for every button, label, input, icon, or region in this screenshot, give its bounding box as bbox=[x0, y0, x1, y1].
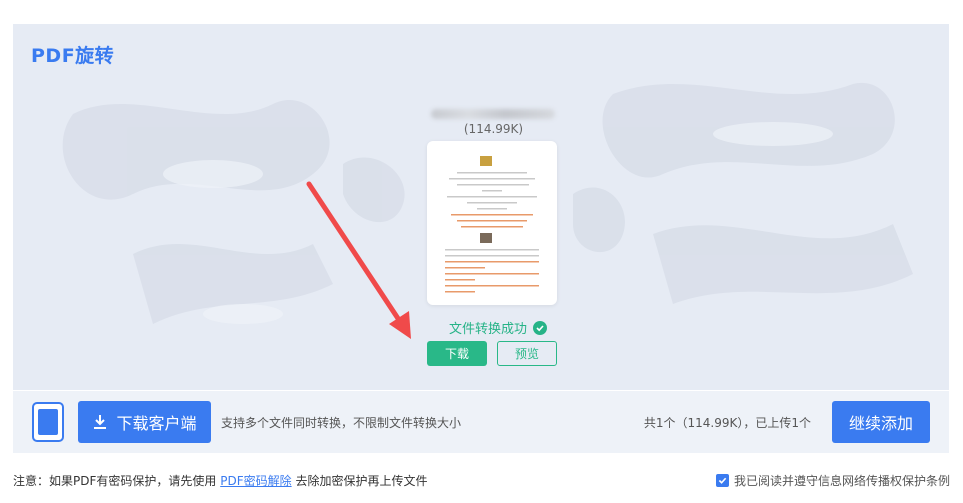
agreement[interactable]: 我已阅读并遵守信息网络传播权保护条例 bbox=[715, 472, 950, 489]
conversion-status: 文件转换成功 bbox=[449, 318, 548, 337]
download-button[interactable]: 下载 bbox=[427, 341, 487, 366]
file-thumbnail bbox=[427, 141, 557, 305]
success-check-icon bbox=[533, 320, 548, 335]
page-title: PDF旋转 bbox=[31, 45, 115, 67]
footer-note: 注意：如果PDF有密码保护，请先使用 PDF密码解除 去除加密保护再上传文件 bbox=[13, 472, 427, 489]
tablet-icon[interactable] bbox=[32, 402, 64, 442]
file-name-blurred bbox=[431, 107, 555, 121]
continue-add-button[interactable]: 继续添加 bbox=[832, 401, 930, 443]
download-client-button[interactable]: 下载客户端 bbox=[78, 401, 211, 443]
upload-count: 共1个（114.99K），已上传1个 bbox=[643, 416, 811, 430]
agreement-text: 我已阅读并遵守信息网络传播权保护条例 bbox=[733, 474, 950, 488]
download-client-label: 下载客户端 bbox=[116, 414, 197, 433]
status-text: 文件转换成功 bbox=[449, 322, 528, 337]
file-size: (114.99K) bbox=[463, 122, 524, 136]
document-preview bbox=[445, 156, 539, 293]
conversion-panel: PDF旋转 (114.99K) 文件转换成功 下载 预览 bbox=[13, 24, 949, 390]
bottom-toolbar: 下载客户端 支持多个文件同时转换，不限制文件转换大小 共1个（114.99K），… bbox=[13, 391, 949, 453]
preview-button[interactable]: 预览 bbox=[497, 341, 557, 366]
support-text: 支持多个文件同时转换，不限制文件转换大小 bbox=[221, 416, 462, 430]
note-suffix: 去除加密保护再上传文件 bbox=[295, 474, 428, 488]
note-prefix: 注意：如果PDF有密码保护，请先使用 bbox=[13, 474, 217, 488]
download-icon bbox=[94, 415, 107, 429]
pdf-password-remove-link[interactable]: PDF密码解除 bbox=[220, 474, 291, 488]
checkbox-icon[interactable] bbox=[715, 474, 729, 487]
